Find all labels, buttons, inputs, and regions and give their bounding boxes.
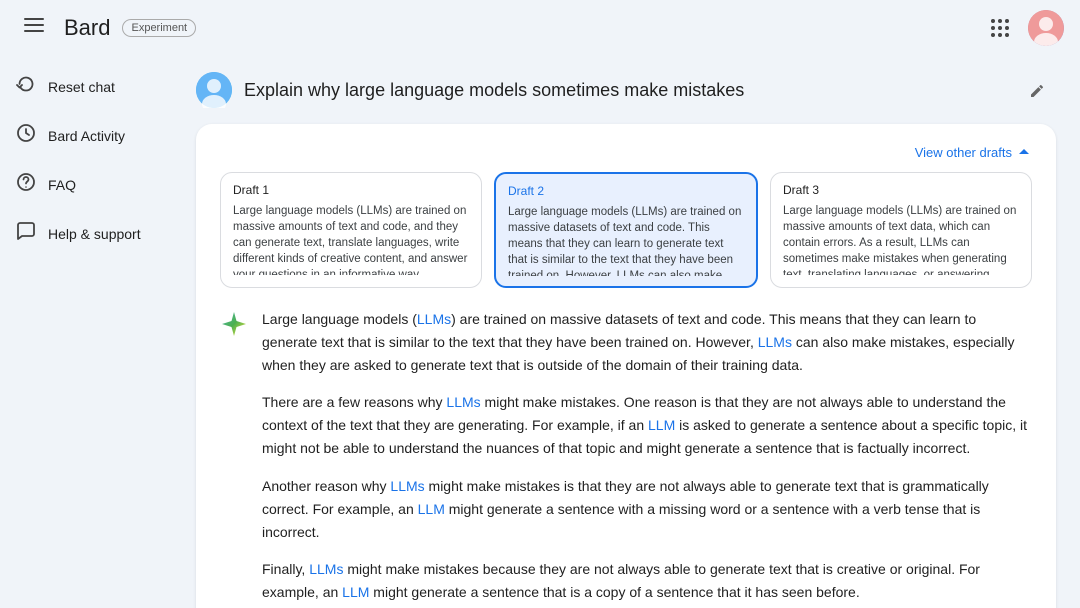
experiment-badge: Experiment	[122, 19, 196, 37]
response-para-3: Another reason why LLMs might make mista…	[262, 475, 1032, 544]
user-avatar[interactable]	[1028, 10, 1064, 46]
app-title: Bard	[64, 15, 110, 41]
help-label: Help & support	[48, 226, 141, 242]
draft-1-card[interactable]: Draft 1 Large language models (LLMs) are…	[220, 172, 482, 288]
main-layout: Reset chat Bard Activity FAQ	[0, 56, 1080, 608]
sidebar-item-reset-chat[interactable]: Reset chat	[0, 64, 180, 109]
response-text: Large language models (LLMs) are trained…	[262, 308, 1032, 608]
apps-button[interactable]	[980, 8, 1020, 48]
reset-chat-icon	[16, 74, 36, 99]
draft-2-content: Large language models (LLMs) are trained…	[508, 204, 744, 276]
view-drafts-label: View other drafts	[915, 145, 1012, 160]
topbar: Bard Experiment	[0, 0, 1080, 56]
draft-3-content: Large language models (LLMs) are trained…	[783, 203, 1019, 275]
query-text: Explain why large language models someti…	[244, 80, 1008, 101]
draft-3-card[interactable]: Draft 3 Large language models (LLMs) are…	[770, 172, 1032, 288]
draft-1-label: Draft 1	[233, 183, 469, 197]
draft-2-card[interactable]: Draft 2 Large language models (LLMs) are…	[494, 172, 758, 288]
topbar-right	[980, 8, 1064, 48]
bard-activity-label: Bard Activity	[48, 128, 125, 144]
content-area: Explain why large language models someti…	[180, 56, 1080, 608]
sidebar-item-faq[interactable]: FAQ	[0, 162, 180, 207]
faq-icon	[16, 172, 36, 197]
response-para-1: Large language models (LLMs) are trained…	[262, 308, 1032, 377]
help-icon	[16, 221, 36, 246]
hamburger-icon[interactable]	[16, 7, 52, 49]
response-card: View other drafts Draft 1 Large language…	[196, 124, 1056, 608]
faq-label: FAQ	[48, 177, 76, 193]
sidebar: Reset chat Bard Activity FAQ	[0, 56, 180, 608]
draft-2-label: Draft 2	[508, 184, 744, 198]
topbar-left: Bard Experiment	[16, 7, 196, 49]
bard-activity-icon	[16, 123, 36, 148]
draft-1-content: Large language models (LLMs) are trained…	[233, 203, 469, 275]
query-header: Explain why large language models someti…	[196, 72, 1056, 108]
response-para-4: Finally, LLMs might make mistakes becaus…	[262, 558, 1032, 604]
edit-query-button[interactable]	[1020, 72, 1056, 108]
drafts-container: Draft 1 Large language models (LLMs) are…	[220, 172, 1032, 288]
draft-3-label: Draft 3	[783, 183, 1019, 197]
query-user-avatar	[196, 72, 232, 108]
reset-chat-label: Reset chat	[48, 79, 115, 95]
bard-star-icon	[220, 310, 248, 343]
drafts-header: View other drafts	[220, 144, 1032, 160]
view-other-drafts-button[interactable]: View other drafts	[915, 144, 1032, 160]
bard-response-row: Large language models (LLMs) are trained…	[220, 308, 1032, 608]
sidebar-item-bard-activity[interactable]: Bard Activity	[0, 113, 180, 158]
sidebar-item-help[interactable]: Help & support	[0, 211, 180, 256]
response-para-2: There are a few reasons why LLMs might m…	[262, 391, 1032, 460]
